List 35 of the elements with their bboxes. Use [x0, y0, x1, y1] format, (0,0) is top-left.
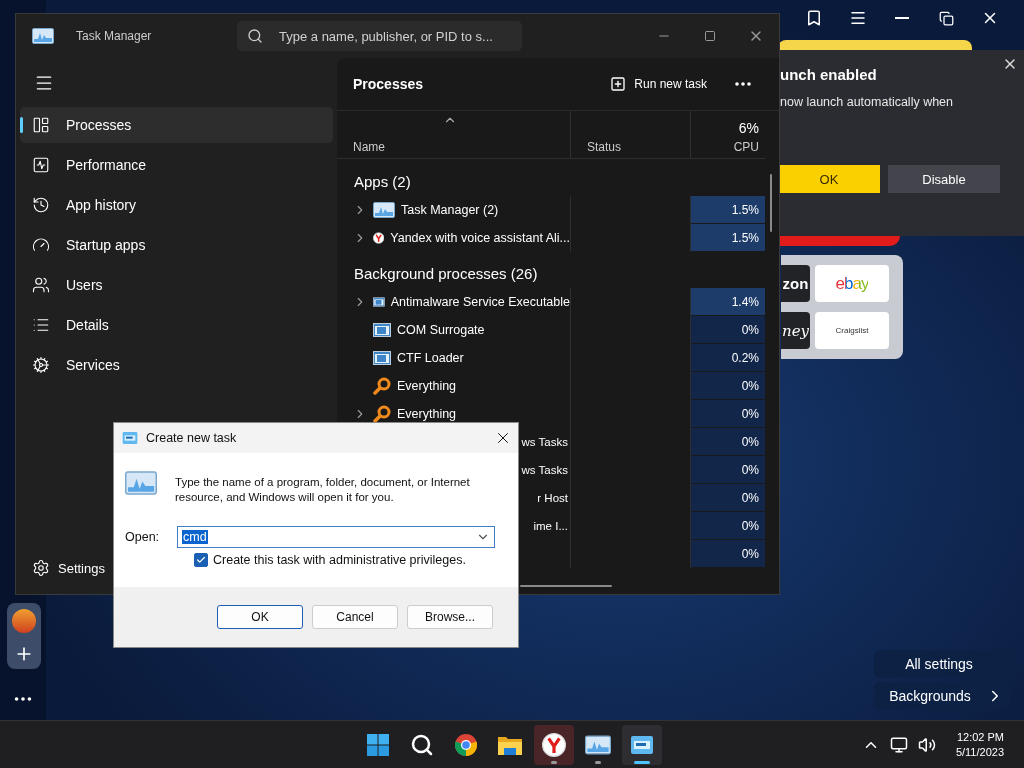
cpu-cell: 0% [691, 540, 765, 568]
group-heading: Background processes (26) [354, 264, 538, 282]
process-name: Antimalware Service Executable [390, 295, 570, 309]
process-name: Everything [397, 379, 457, 393]
cpu-cell: 1.5% [691, 224, 765, 252]
cpu-cell: 0% [691, 400, 765, 428]
process-name: COM Surrogate [397, 323, 485, 337]
process-name: ws Tasks [521, 436, 568, 448]
process-name: Everything [397, 407, 457, 421]
popup-title: unch enabled [780, 66, 878, 83]
open-label: Open: [125, 530, 161, 544]
cpu-cell: 0% [691, 512, 765, 540]
popup-text: now launch automatically when [780, 95, 955, 109]
cpu-cell: 0% [691, 456, 765, 484]
dialog-message: Type the name of a program, folder, document, or Internet resource, and Windows will open it for you. [175, 475, 471, 505]
cpu-cell: 0% [691, 316, 765, 344]
cpu-cell: 0% [691, 372, 765, 400]
process-name: r Host [537, 492, 568, 504]
process-name: Yandex with voice assistant Ali... [390, 231, 570, 245]
cpu-cell: 1.5% [691, 196, 765, 224]
cpu-total: 6% [738, 120, 759, 136]
process-name: ws Tasks [521, 464, 568, 476]
cpu-cell: 0% [691, 484, 765, 512]
checkbox-label: Create this task with administrative privileges. [213, 553, 466, 567]
process-name: CTF Loader [397, 351, 464, 365]
window-title: Task Manager [76, 29, 153, 43]
dialog-title: Create new task [146, 431, 238, 445]
process-name: ime I... [533, 520, 568, 532]
selected-text: cmd [182, 530, 208, 544]
process-name: Task Manager (2) [401, 203, 499, 217]
cpu-cell: 0% [691, 428, 765, 456]
cpu-cell: 0.2% [691, 344, 765, 372]
group-heading: Apps (2) [354, 172, 411, 190]
page-title: Processes [353, 76, 425, 92]
cpu-cell: 1.4% [691, 288, 765, 316]
